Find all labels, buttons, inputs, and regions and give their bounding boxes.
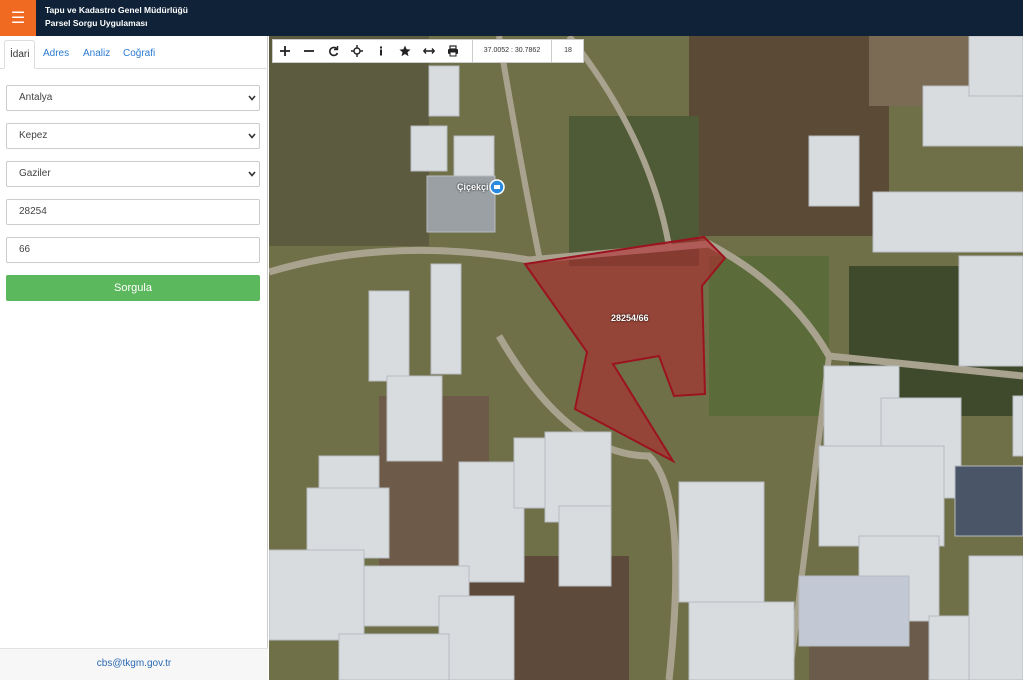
footer-email[interactable]: cbs@tkgm.gov.tr	[0, 648, 268, 680]
tab-cografi[interactable]: Coğrafi	[118, 40, 160, 69]
zoom-level: 18	[564, 47, 572, 54]
coordinate-readout: 37.0052 : 30.7862	[472, 40, 552, 62]
map-imagery	[269, 36, 1023, 680]
province-select[interactable]: Antalya	[6, 85, 260, 111]
tab-adres[interactable]: Adres	[38, 40, 74, 69]
tab-idari[interactable]: İdari	[4, 40, 36, 69]
satellite-map[interactable]: 28254/66 Çiçekçi	[269, 36, 1023, 680]
org-name: Tapu ve Kadastro Genel Müdürlüğü	[45, 5, 188, 15]
chevron-down-icon	[248, 95, 256, 101]
neighborhood-value: Gaziler	[19, 168, 51, 179]
measure-icon[interactable]	[417, 40, 441, 62]
parcel-label: 28254/66	[611, 313, 649, 323]
zoom-out-icon[interactable]	[297, 40, 321, 62]
district-value: Kepez	[19, 130, 48, 141]
star-icon[interactable]	[393, 40, 417, 62]
district-select[interactable]: Kepez	[6, 123, 260, 149]
refresh-icon[interactable]	[321, 40, 345, 62]
info-icon[interactable]	[369, 40, 393, 62]
locate-icon[interactable]	[345, 40, 369, 62]
query-button[interactable]: Sorgula	[6, 275, 260, 301]
block-number-input[interactable]: 28254	[6, 199, 260, 225]
neighborhood-select[interactable]: Gaziler	[6, 161, 260, 187]
zoom-in-icon[interactable]	[273, 40, 297, 62]
top-bar: ☰ Tapu ve Kadastro Genel Müdürlüğü Parse…	[0, 0, 1023, 36]
app-name: Parsel Sorgu Uygulaması	[45, 18, 148, 28]
hamburger-icon: ☰	[10, 10, 26, 27]
chevron-down-icon	[248, 171, 256, 177]
chevron-down-icon	[248, 133, 256, 139]
parcel-number-input[interactable]: 66	[6, 237, 260, 263]
app-title: Tapu ve Kadastro Genel Müdürlüğü Parsel …	[45, 4, 188, 30]
tab-analiz[interactable]: Analiz	[78, 40, 115, 69]
map-toolbar: 37.0052 : 30.7862 18	[272, 39, 584, 63]
poi-label: Çiçekçi	[457, 182, 489, 192]
print-icon[interactable]	[441, 40, 465, 62]
query-tabs: İdari Adres Analiz Coğrafi	[0, 36, 268, 69]
province-value: Antalya	[19, 92, 53, 103]
sidebar: İdari Adres Analiz Coğrafi Antalya Kepez…	[0, 36, 268, 680]
menu-button[interactable]: ☰	[0, 0, 36, 36]
